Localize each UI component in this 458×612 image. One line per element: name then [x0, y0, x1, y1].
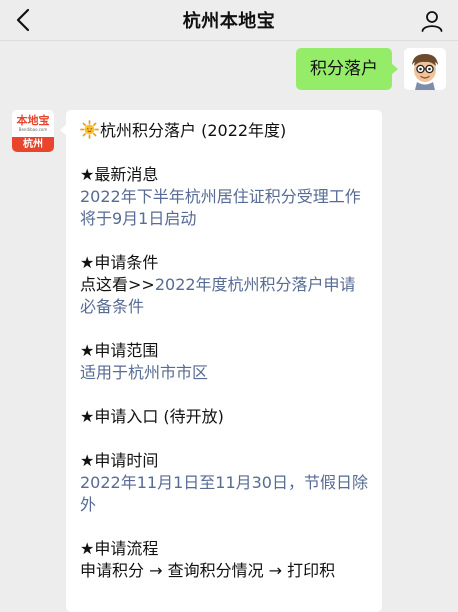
memoji-avatar-icon [404, 48, 446, 90]
conditions-prefix: 点这看>> [80, 275, 155, 294]
outgoing-message-bubble[interactable]: 积分落户 [296, 48, 398, 90]
logo-domain: Bendibao.com [18, 126, 48, 132]
scope-link[interactable]: 适用于杭州市市区 [80, 362, 370, 384]
logo-city: 杭州 [12, 137, 54, 152]
back-button[interactable] [10, 6, 36, 34]
user-avatar[interactable] [404, 48, 446, 90]
profile-button[interactable] [418, 7, 446, 35]
section-heading: ★申请时间 [80, 451, 159, 470]
section-heading: ★最新消息 [80, 165, 159, 184]
outgoing-message-row: 积分落户 [296, 48, 446, 90]
section-heading: ★申请范围 [80, 341, 159, 360]
process-text: 申请积分 → 查询积分情况 → 打印积 [80, 561, 336, 580]
bot-avatar[interactable]: 本地宝 Bendibao.com 杭州 [12, 110, 54, 152]
top-bar: 杭州本地宝 [0, 0, 458, 40]
logo-name: 本地宝 [16, 113, 50, 127]
section-conditions: ★申请条件 点这看>>2022年度杭州积分落户申请必备条件 [80, 252, 370, 318]
time-link[interactable]: 2022年11月1日至11月30日，节假日除外 [80, 472, 370, 516]
section-latest-news: ★最新消息 2022年下半年杭州居住证积分受理工作将于9月1日启动 [80, 164, 370, 230]
latest-news-link[interactable]: 2022年下半年杭州居住证积分受理工作将于9月1日启动 [80, 186, 370, 230]
chat-title: 杭州本地宝 [182, 11, 276, 32]
section-scope: ★申请范围 适用于杭州市市区 [80, 340, 370, 384]
section-heading: ★申请条件 [80, 253, 159, 272]
incoming-message-bubble[interactable]: 杭州积分落户 (2022年度) ★最新消息 2022年下半年杭州居住证积分受理工… [60, 110, 382, 612]
chevron-left-icon [16, 8, 30, 32]
message-title: 杭州积分落户 (2022年度) [100, 121, 287, 140]
sun-emoji-icon [80, 120, 99, 139]
header-divider [0, 40, 458, 41]
message-title-block: 杭州积分落户 (2022年度) [80, 120, 370, 142]
section-heading: ★申请入口 (待开放) [80, 407, 224, 426]
person-icon [421, 11, 443, 32]
section-time: ★申请时间 2022年11月1日至11月30日，节假日除外 [80, 450, 370, 516]
section-process: ★申请流程 申请积分 → 查询积分情况 → 打印积 [80, 538, 370, 582]
section-heading: ★申请流程 [80, 539, 159, 558]
incoming-message-row: 本地宝 Bendibao.com 杭州 杭州积分落户 (2022年度) ★最新消… [12, 110, 382, 612]
section-entry: ★申请入口 (待开放) [80, 406, 370, 428]
outgoing-message-text: 积分落户 [310, 59, 378, 79]
bendibao-logo: 本地宝 Bendibao.com [12, 110, 54, 137]
